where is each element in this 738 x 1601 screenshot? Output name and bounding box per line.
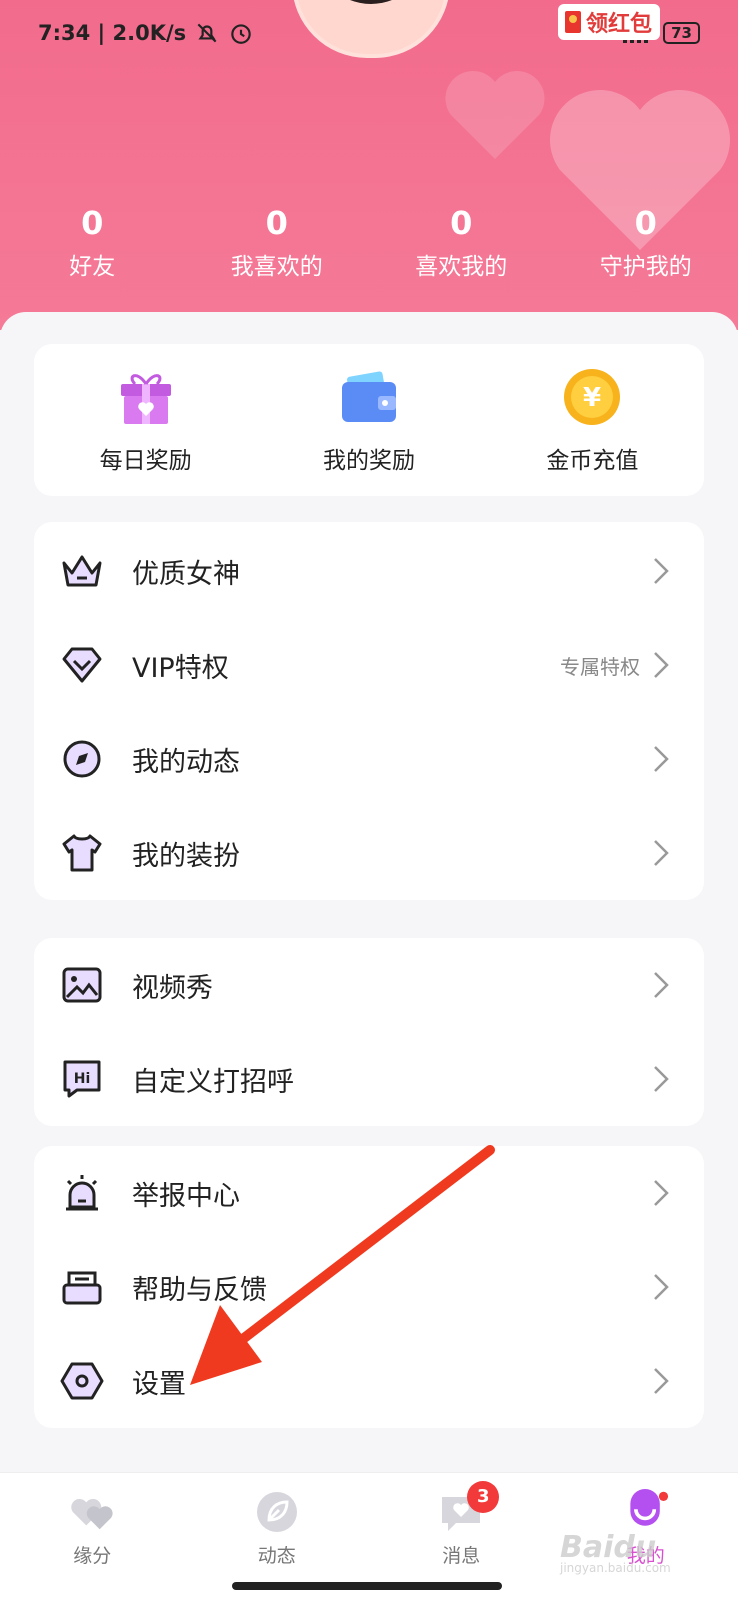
profile-icon (623, 1489, 669, 1535)
tab-label: 消息 (442, 1541, 480, 1568)
menu-item-settings[interactable]: 设置 (34, 1334, 704, 1428)
tab-label: 缘分 (73, 1541, 111, 1568)
stats-row: 0 好友 0 我喜欢的 0 喜欢我的 0 守护我的 (0, 205, 738, 281)
menu-card-1: 优质女神 VIP特权 专属特权 我的动态 我的装扮 (34, 522, 704, 900)
chevron-right-icon (652, 744, 670, 774)
compass-icon (60, 737, 104, 781)
home-indicator[interactable] (232, 1582, 502, 1590)
mail-icon (60, 1265, 104, 1309)
menu-item-label: 举报中心 (132, 1174, 652, 1213)
menu-item-label: 视频秀 (132, 966, 652, 1005)
chevron-right-icon (652, 1064, 670, 1094)
menu-item-label: 优质女神 (132, 552, 640, 591)
red-packet-icon (564, 10, 582, 34)
tab-fate[interactable]: 缘分 (0, 1473, 185, 1601)
svg-text:¥: ¥ (583, 383, 601, 413)
alarm-icon (60, 1171, 104, 1215)
gift-icon (114, 365, 178, 429)
chevron-right-icon (652, 838, 670, 868)
stat-label: 守护我的 (554, 247, 738, 281)
menu-item-video-show[interactable]: 视频秀 (34, 938, 704, 1032)
tshirt-icon (60, 831, 104, 875)
menu-item-extra: 专属特权 (560, 651, 640, 680)
stat-label: 好友 (0, 247, 185, 281)
menu-item-label: 帮助与反馈 (132, 1268, 652, 1307)
red-packet-label: 领红包 (586, 6, 652, 38)
image-icon (60, 963, 104, 1007)
stat-label: 我喜欢的 (185, 247, 370, 281)
hearts-icon (69, 1489, 115, 1535)
stat-value: 0 (0, 205, 185, 241)
quick-action-label: 我的奖励 (323, 441, 415, 475)
menu-item-label: 自定义打招呼 (132, 1060, 652, 1099)
menu-item-my-outfit[interactable]: 我的装扮 (34, 806, 704, 900)
chevron-right-icon (652, 556, 670, 586)
menu-item-report-center[interactable]: 举报中心 (34, 1146, 704, 1240)
crown-icon (60, 549, 104, 593)
stat-value: 0 (185, 205, 370, 241)
watermark-sub: jingyan.baidu.com (560, 1561, 671, 1575)
quick-actions-card: 每日奖励 我的奖励 ¥ 金币充值 (34, 344, 704, 496)
hi-icon: Hi (60, 1057, 104, 1101)
heart-decoration (440, 60, 550, 170)
unread-badge: 3 (467, 1481, 499, 1513)
tab-label: 动态 (258, 1541, 296, 1568)
menu-item-goddess[interactable]: 优质女神 (34, 524, 704, 618)
mute-icon (194, 20, 220, 46)
menu-item-vip[interactable]: VIP特权 专属特权 (34, 618, 704, 712)
menu-item-help-feedback[interactable]: 帮助与反馈 (34, 1240, 704, 1334)
daily-reward-button[interactable]: 每日奖励 (34, 344, 257, 496)
quick-action-label: 每日奖励 (100, 441, 192, 475)
stat-guards-me[interactable]: 0 守护我的 (554, 205, 738, 281)
alarm-clock-icon (228, 20, 254, 46)
chevron-right-icon (652, 650, 670, 680)
chevron-right-icon (652, 970, 670, 1000)
menu-item-custom-greeting[interactable]: Hi 自定义打招呼 (34, 1032, 704, 1126)
menu-card-3: 举报中心 帮助与反馈 设置 (34, 1146, 704, 1428)
menu-item-my-moments[interactable]: 我的动态 (34, 712, 704, 806)
my-reward-button[interactable]: 我的奖励 (257, 344, 480, 496)
stat-friends[interactable]: 0 好友 (0, 205, 185, 281)
menu-item-label: 我的装扮 (132, 834, 640, 873)
menu-item-label: 我的动态 (132, 740, 640, 779)
stat-value: 0 (369, 205, 554, 241)
content-sheet: 每日奖励 我的奖励 ¥ 金币充值 优质女神 (0, 312, 738, 1472)
profile-header: 7:34 | 2.0K/s 4G 73 领红包 0 好友 0 我喜欢的 0 喜欢… (0, 0, 738, 330)
battery-indicator: 73 (663, 22, 700, 44)
watermark-brand: Baidu (560, 1530, 656, 1565)
menu-card-2: 视频秀 Hi 自定义打招呼 (34, 938, 704, 1126)
chevron-right-icon (652, 1272, 670, 1302)
chevron-right-icon (652, 1366, 670, 1396)
leaf-icon (254, 1489, 300, 1535)
stat-likes-me[interactable]: 0 喜欢我的 (369, 205, 554, 281)
quick-action-label: 金币充值 (546, 441, 638, 475)
stat-i-like[interactable]: 0 我喜欢的 (185, 205, 370, 281)
chevron-right-icon (652, 1178, 670, 1208)
coin-icon: ¥ (560, 365, 624, 429)
svg-text:Hi: Hi (74, 1071, 91, 1087)
menu-item-label: 设置 (132, 1362, 652, 1401)
coin-recharge-button[interactable]: ¥ 金币充值 (481, 344, 704, 496)
menu-item-label: VIP特权 (132, 646, 560, 685)
baidu-watermark: Baidu jingyan.baidu.com (560, 1530, 671, 1575)
settings-icon (60, 1359, 104, 1403)
red-packet-button[interactable]: 领红包 (558, 4, 660, 40)
diamond-icon (60, 643, 104, 687)
status-time-speed: 7:34 | 2.0K/s (38, 21, 186, 45)
stat-value: 0 (554, 205, 738, 241)
wallet-icon (337, 365, 401, 429)
stat-label: 喜欢我的 (369, 247, 554, 281)
